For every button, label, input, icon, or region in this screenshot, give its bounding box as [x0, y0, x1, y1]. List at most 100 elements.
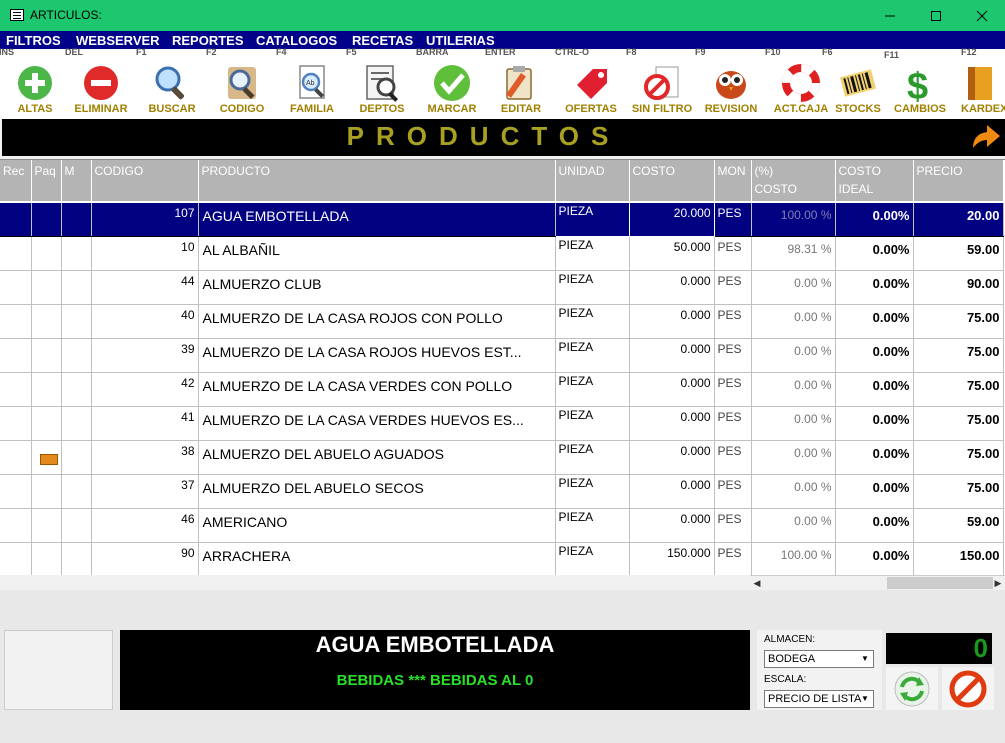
search-icon: [155, 66, 185, 100]
app-icon: [10, 9, 24, 21]
escala-select[interactable]: PRECIO DE LISTA ▼: [764, 690, 874, 708]
cell-pct: 0.00 %: [751, 270, 836, 305]
cell-unit: PIEZA: [555, 508, 630, 543]
cell-rec: [0, 202, 32, 237]
cell-rec: [0, 304, 32, 339]
ofertas-button[interactable]: CTRL-O OFERTAS: [555, 47, 627, 119]
cell-product: ALMUERZO CLUB: [198, 270, 556, 305]
scroll-left-arrow[interactable]: ◀: [751, 577, 763, 590]
cell-ideal: 0.00%: [835, 474, 914, 509]
cell-paq: [31, 338, 62, 373]
menu-catalogos[interactable]: CATALOGOS: [256, 33, 337, 48]
almacen-select[interactable]: BODEGA ▼: [764, 650, 874, 668]
col-paq[interactable]: Paq: [31, 160, 62, 203]
cell-rec: [0, 474, 32, 509]
sin-filtro-button[interactable]: F8 SIN FILTRO: [626, 47, 698, 119]
cell-unit: PIEZA: [555, 542, 630, 575]
col-pct-costo[interactable]: (%) COSTO: [751, 160, 836, 203]
cell-code: 44: [91, 270, 199, 305]
table-row[interactable]: 41 ALMUERZO DE LA CASA VERDES HUEVOS ES..…: [0, 406, 1004, 441]
cell-pct: 0.00 %: [751, 474, 836, 509]
col-rec[interactable]: Rec: [0, 160, 32, 203]
codigo-shortcut: F2: [206, 47, 217, 57]
cell-m: [61, 236, 92, 271]
cell-code: 40: [91, 304, 199, 339]
cell-unit: PIEZA: [554, 201, 630, 237]
close-button[interactable]: [959, 0, 1005, 31]
table-row[interactable]: 40 ALMUERZO DE LA CASA ROJOS CON POLLO PIE…: [0, 304, 1004, 339]
cambios-button[interactable]: F11 $ CAMBIOS: [884, 49, 956, 119]
deptos-button[interactable]: F5 DEPTOS: [346, 47, 418, 119]
refresh-button[interactable]: [886, 667, 938, 710]
cambios-shortcut: F11: [884, 50, 900, 60]
editar-button[interactable]: ENTER EDITAR: [485, 47, 557, 119]
table-row[interactable]: 39 ALMUERZO DE LA CASA ROJOS HUEVOS EST..…: [0, 338, 1004, 373]
minimize-button[interactable]: [867, 0, 913, 31]
col-unidad[interactable]: UNIDAD: [555, 160, 630, 203]
menu-recetas[interactable]: RECETAS: [352, 33, 413, 48]
table-row[interactable]: 90 ARRACHERA PIEZA 150.000 PES 100.00 % 0.00% 1…: [0, 542, 1004, 575]
menu-utilerias[interactable]: UTILERIAS: [426, 33, 495, 48]
cancel-button[interactable]: [942, 667, 994, 710]
up-arrow-icon[interactable]: [967, 120, 1003, 155]
cell-m: [61, 270, 92, 305]
revision-label: REVISION: [704, 103, 758, 115]
menu-webserver[interactable]: WEBSERVER: [76, 33, 160, 48]
col-producto[interactable]: PRODUCTO: [198, 160, 556, 203]
col-codigo[interactable]: CODIGO: [91, 160, 199, 203]
title-bar: ARTICULOS:: [0, 0, 1005, 31]
cell-code: 39: [91, 338, 199, 373]
table-row[interactable]: 107 AGUA EMBOTELLADA PIEZA 20.000 PES 100.00 …: [0, 201, 1004, 237]
familia-button[interactable]: F4 Ab FAMILIA: [276, 47, 348, 119]
revision-button[interactable]: F9 REVISION: [695, 47, 767, 119]
cell-product: AL ALBAÑIL: [198, 236, 556, 271]
cell-cost: 0.000: [629, 406, 715, 441]
svg-text:Ab: Ab: [306, 80, 315, 87]
cell-ideal: 0.00%: [835, 236, 914, 271]
check-icon: [434, 65, 470, 101]
codigo-button[interactable]: F2 CODIGO: [206, 47, 278, 119]
col-precio[interactable]: PRECIO: [913, 160, 1004, 203]
table-row[interactable]: 42 ALMUERZO DE LA CASA VERDES CON POLLO PI…: [0, 372, 1004, 407]
cell-paq: [31, 440, 62, 475]
col-costo[interactable]: COSTO: [629, 160, 715, 203]
stocks-shortcut: F6: [822, 47, 833, 57]
cell-price: 90.00: [913, 270, 1004, 305]
scroll-thumb[interactable]: [887, 577, 993, 589]
eliminar-button[interactable]: DEL ELIMINAR: [65, 47, 137, 119]
buscar-button[interactable]: F1 BUSCAR: [136, 47, 208, 119]
table-row[interactable]: 37 ALMUERZO DEL ABUELO SECOS PIEZA 0.000 PES…: [0, 474, 1004, 509]
cell-code: 41: [91, 406, 199, 441]
cancel-icon: [949, 670, 987, 708]
productos-header: PRODUCTOS: [2, 119, 1005, 156]
cell-price: 75.00: [913, 338, 1004, 373]
table-row[interactable]: 46 AMERICANO PIEZA 0.000 PES 0.00 % 0.00% 59.00: [0, 508, 1004, 543]
cell-unit: PIEZA: [555, 440, 630, 475]
cell-unit: PIEZA: [555, 270, 630, 305]
scroll-right-arrow[interactable]: ▶: [992, 577, 1004, 590]
col-mon[interactable]: MON: [714, 160, 752, 203]
kardex-button[interactable]: F12 KARDEX: [953, 47, 1005, 119]
tag-icon: [577, 69, 607, 99]
altas-button[interactable]: INS ALTAS: [0, 47, 71, 119]
cell-m: [61, 440, 92, 475]
cell-product: ALMUERZO DE LA CASA ROJOS HUEVOS EST...: [198, 338, 556, 373]
col-costo-ideal[interactable]: COSTO IDEAL: [835, 160, 914, 203]
menu-filtros[interactable]: FILTROS: [6, 33, 61, 48]
cell-unit: PIEZA: [555, 406, 630, 441]
cell-paq: [31, 474, 62, 509]
table-row[interactable]: 44 ALMUERZO CLUB PIEZA 0.000 PES 0.00 % 0.00% 9…: [0, 270, 1004, 305]
marcar-button[interactable]: BARRA MARCAR: [416, 47, 488, 119]
col-m[interactable]: M: [61, 160, 92, 203]
eliminar-shortcut: DEL: [65, 47, 83, 57]
horizontal-scrollbar[interactable]: ◀ ▶: [750, 575, 1005, 590]
maximize-button[interactable]: [913, 0, 959, 31]
cell-price: 150.00: [913, 542, 1004, 575]
cell-m: [61, 338, 92, 373]
cell-mon: PES: [714, 270, 752, 305]
no-filter-icon: [644, 66, 679, 100]
table-row[interactable]: 38 ALMUERZO DEL ABUELO AGUADOS PIEZA 0.000 P…: [0, 440, 1004, 475]
menu-reportes[interactable]: REPORTES: [172, 33, 244, 48]
cell-price: 75.00: [913, 304, 1004, 339]
table-row[interactable]: 10 AL ALBAÑIL PIEZA 50.000 PES 98.31 % 0.00% 59…: [0, 236, 1004, 271]
